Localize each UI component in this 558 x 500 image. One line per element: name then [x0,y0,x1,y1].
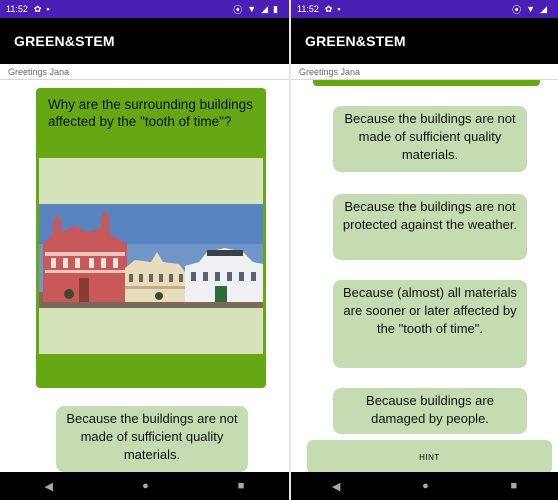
settings-icon: ✿ [33,3,42,14]
status-time: 11:52 [6,4,28,14]
signal-icon: ◢ [540,3,547,14]
greeting-text: Greetings Jana [0,64,289,80]
app-title: GREEN&STEM [14,33,115,49]
right-phone-screen: 11:52 ✿ ▪ ⦿ ▼ ◢ GREEN&STEM Greetings Jan… [291,0,558,500]
notification-icon: ▪ [46,4,50,14]
answer-option-2[interactable]: Because the buildings are not protected … [333,194,527,260]
answer-option-4-label: Because buildings are damaged by people. [366,393,494,426]
hint-button-label: HINT [419,452,440,462]
left-phone-screen: 11:52 ✿ ▪ ⦿ ▼ ◢ ▮ GREEN&STEM Greetings J… [0,0,289,500]
question-image-area [39,158,263,354]
answer-option-1-label: Because the buildings are not made of su… [344,111,516,162]
home-icon[interactable]: ● [422,480,429,492]
answer-option-3[interactable]: Because (almost) all materials are soone… [333,280,527,368]
content-area: Because the buildings are not made of su… [291,80,558,472]
answer-option-2-label: Because the buildings are not protected … [342,199,518,232]
status-time: 11:52 [297,4,319,14]
content-area: Why are the surrounding buildings affect… [0,80,289,472]
signal-icon: ◢ [261,3,269,14]
hint-button[interactable]: HINT [307,440,552,472]
notification-icon: ▪ [337,4,341,14]
buildings-photo [39,204,263,308]
greeting-text: Greetings Jana [291,64,558,80]
home-icon[interactable]: ● [142,480,149,492]
question-text: Why are the surrounding buildings affect… [48,97,253,129]
location-icon: ⦿ [512,4,522,15]
back-icon[interactable]: ◀ [45,480,53,493]
back-icon[interactable]: ◀ [332,480,340,493]
question-card: Why are the surrounding buildings affect… [36,88,266,388]
answer-option-1[interactable]: Because the buildings are not made of su… [333,106,527,172]
app-bar: GREEN&STEM [291,18,558,64]
status-bar: 11:52 ✿ ▪ ⦿ ▼ ◢ [291,0,558,18]
app-title: GREEN&STEM [305,33,406,49]
answer-option-3-label: Because (almost) all materials are soone… [342,285,518,336]
question-card-bottom-edge [313,80,540,86]
nav-bar: ◀ ● ■ [291,472,558,500]
nav-bar: ◀ ● ■ [0,472,289,500]
status-bar: 11:52 ✿ ▪ ⦿ ▼ ◢ ▮ [0,0,289,18]
answer-option-4[interactable]: Because buildings are damaged by people. [333,388,527,434]
battery-icon: ▮ [273,3,278,14]
settings-icon: ✿ [324,3,333,14]
location-icon: ⦿ [233,4,243,15]
app-bar: GREEN&STEM [0,18,289,64]
wifi-icon: ▼ [247,4,257,14]
recents-icon[interactable]: ■ [510,480,517,492]
wifi-icon: ▼ [526,4,536,14]
recents-icon[interactable]: ■ [238,480,245,492]
answer-option-1-label: Because the buildings are not made of su… [66,411,238,462]
answer-option-1[interactable]: Because the buildings are not made of su… [56,406,248,472]
